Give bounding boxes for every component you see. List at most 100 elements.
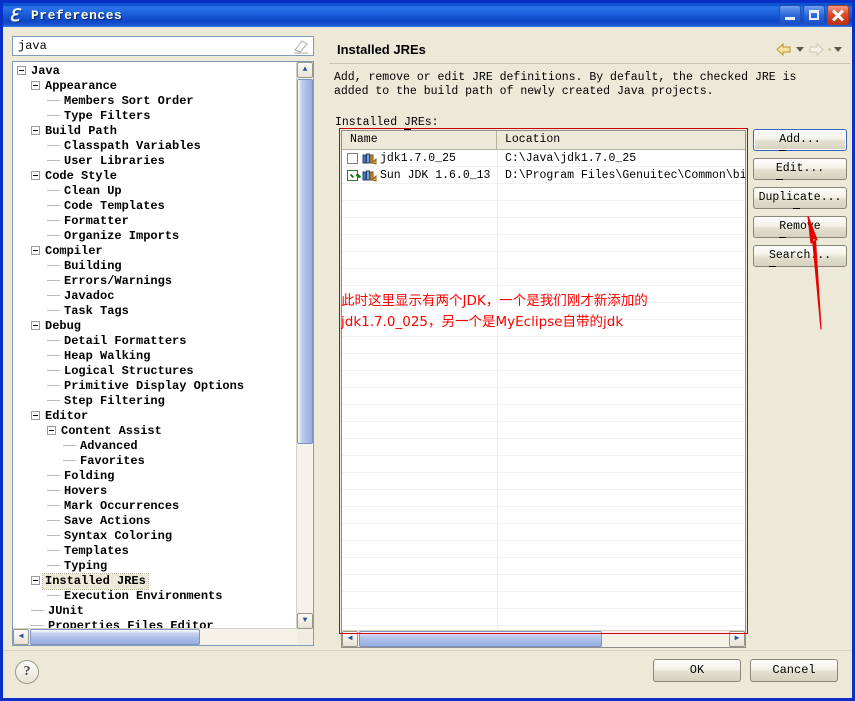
tree-item-java[interactable]: Java: [15, 64, 298, 79]
jre-default-checkbox[interactable]: [347, 152, 358, 164]
tree-item-label: Hovers: [64, 484, 108, 498]
tree-item-formatter[interactable]: Formatter: [15, 214, 298, 229]
tree-item-mark-occurrences[interactable]: Mark Occurrences: [15, 499, 298, 514]
tree-item-logical-structures[interactable]: Logical Structures: [15, 364, 298, 379]
tree-item-type-filters[interactable]: Type Filters: [15, 109, 298, 124]
tree-branch-line: [47, 370, 60, 372]
tree-item-syntax-coloring[interactable]: Syntax Coloring: [15, 529, 298, 544]
tree-expander-minus-icon[interactable]: [31, 171, 40, 181]
close-button[interactable]: [827, 5, 849, 25]
table-empty-row: [342, 337, 745, 354]
tree-item-folding[interactable]: Folding: [15, 469, 298, 484]
annotation-line-1: 此时这里显示有两个JDK，一个是我们刚才新添加的: [341, 293, 648, 309]
table-horizontal-scrollbar[interactable]: ◀ ▶: [342, 630, 745, 647]
tree-item-label: Clean Up: [64, 184, 122, 198]
restore-button[interactable]: [803, 5, 825, 25]
tree-branch-line: [47, 280, 60, 282]
tree-item-primitive-display-options[interactable]: Primitive Display Options: [15, 379, 298, 394]
tree-item-execution-environments[interactable]: Execution Environments: [15, 589, 298, 604]
tree-item-code-templates[interactable]: Code Templates: [15, 199, 298, 214]
tree-item-debug[interactable]: Debug: [15, 319, 298, 334]
tree-branch-line: [47, 565, 60, 567]
tree-expander-minus-icon[interactable]: [31, 321, 40, 331]
tree-item-content-assist[interactable]: Content Assist: [15, 424, 298, 439]
help-button[interactable]: ?: [15, 660, 39, 684]
table-row[interactable]: jdk1.7.0_25 C:\Java\jdk1.7.0_25: [342, 150, 745, 167]
tree-item-building[interactable]: Building: [15, 259, 298, 274]
back-arrow-icon[interactable]: [775, 42, 793, 57]
remove-button[interactable]: Remove: [753, 216, 847, 238]
duplicate-button[interactable]: Duplicate...: [753, 187, 847, 209]
tree-expander-minus-icon[interactable]: [31, 576, 40, 586]
jre-table[interactable]: Name Location jdk1.7.0_25 C:\Java\jdk1.7.…: [341, 130, 746, 648]
tree-item-save-actions[interactable]: Save Actions: [15, 514, 298, 529]
tree-item-clean-up[interactable]: Clean Up: [15, 184, 298, 199]
scroll-down-arrow[interactable]: ▼: [297, 613, 313, 629]
tree-branch-line: [47, 505, 60, 507]
filter-search-box[interactable]: [12, 36, 314, 56]
tree-expander-minus-icon[interactable]: [17, 66, 26, 76]
tree-expander-minus-icon[interactable]: [47, 426, 56, 436]
eraser-icon[interactable]: [292, 38, 310, 54]
tree-item-javadoc[interactable]: Javadoc: [15, 289, 298, 304]
table-hscroll-thumb[interactable]: [359, 631, 602, 647]
tree-item-compiler[interactable]: Compiler: [15, 244, 298, 259]
tree-item-favorites[interactable]: Favorites: [15, 454, 298, 469]
tree-vertical-scrollbar[interactable]: ▲ ▼: [296, 62, 313, 629]
tree-item-organize-imports[interactable]: Organize Imports: [15, 229, 298, 244]
tree-item-classpath-variables[interactable]: Classpath Variables: [15, 139, 298, 154]
column-header-name[interactable]: Name: [342, 131, 497, 149]
tree-expander-minus-icon[interactable]: [31, 411, 40, 421]
tree-item-code-style[interactable]: Code Style: [15, 169, 298, 184]
tree-item-label: Build Path: [45, 124, 118, 138]
table-scroll-right-arrow[interactable]: ▶: [729, 631, 745, 647]
cell-name: jdk1.7.0_25: [342, 152, 497, 165]
tree-item-appearance[interactable]: Appearance: [15, 79, 298, 94]
back-history-chevron-down-icon[interactable]: [796, 46, 804, 52]
jre-default-checkbox[interactable]: [347, 169, 358, 181]
tree-expander-minus-icon[interactable]: [31, 246, 40, 256]
preferences-tree[interactable]: Java Appearance Members Sort Order Type Fil…: [12, 61, 314, 646]
column-header-location[interactable]: Location: [497, 131, 745, 149]
tree-item-user-libraries[interactable]: User Libraries: [15, 154, 298, 169]
scroll-left-arrow[interactable]: ◀: [13, 629, 29, 645]
tree-item-templates[interactable]: Templates: [15, 544, 298, 559]
tree-item-step-filtering[interactable]: Step Filtering: [15, 394, 298, 409]
table-row[interactable]: Sun JDK 1.6.0_13 D:\Program Files\Genuite…: [342, 167, 745, 184]
tree-item-typing[interactable]: Typing: [15, 559, 298, 574]
tree-expander-minus-icon[interactable]: [31, 126, 40, 136]
search-button[interactable]: Search...: [753, 245, 847, 267]
tree-item-junit[interactable]: JUnit: [15, 604, 298, 619]
tree-branch-line: [47, 550, 60, 552]
table-scroll-left-arrow[interactable]: ◀: [342, 631, 358, 647]
tree-item-advanced[interactable]: Advanced: [15, 439, 298, 454]
tree-item-installed-jres[interactable]: Installed JREs: [15, 573, 298, 590]
dialog-footer: ? OK Cancel: [3, 650, 852, 698]
scroll-up-arrow[interactable]: ▲: [297, 62, 313, 78]
add-button[interactable]: Add...: [753, 129, 847, 151]
cancel-button[interactable]: Cancel: [750, 659, 838, 682]
ok-button[interactable]: OK: [653, 659, 741, 682]
tree-item-heap-walking[interactable]: Heap Walking: [15, 349, 298, 364]
tree-vscroll-thumb[interactable]: [297, 79, 313, 444]
edit-button[interactable]: Edit...: [753, 158, 847, 180]
tree-item-errors-warnings[interactable]: Errors/Warnings: [15, 274, 298, 289]
minimize-button[interactable]: [779, 5, 801, 25]
table-empty-row: [342, 388, 745, 405]
tree-item-build-path[interactable]: Build Path: [15, 124, 298, 139]
tree-item-label: Logical Structures: [64, 364, 194, 378]
tree-item-editor[interactable]: Editor: [15, 409, 298, 424]
tree-hscroll-thumb[interactable]: [30, 629, 200, 645]
tree-item-task-tags[interactable]: Task Tags: [15, 304, 298, 319]
tree-viewport: Java Appearance Members Sort Order Type Fil…: [13, 62, 298, 630]
tree-item-members-sort-order[interactable]: Members Sort Order: [15, 94, 298, 109]
tree-horizontal-scrollbar[interactable]: ◀ ▶: [13, 628, 313, 645]
tree-item-label: Favorites: [80, 454, 145, 468]
view-menu-chevron-down-icon[interactable]: [834, 46, 842, 52]
tree-item-detail-formatters[interactable]: Detail Formatters: [15, 334, 298, 349]
tree-item-label: Classpath Variables: [64, 139, 201, 153]
window-controls: [779, 5, 849, 25]
search-input[interactable]: [16, 37, 292, 55]
tree-item-hovers[interactable]: Hovers: [15, 484, 298, 499]
tree-expander-minus-icon[interactable]: [31, 81, 40, 91]
